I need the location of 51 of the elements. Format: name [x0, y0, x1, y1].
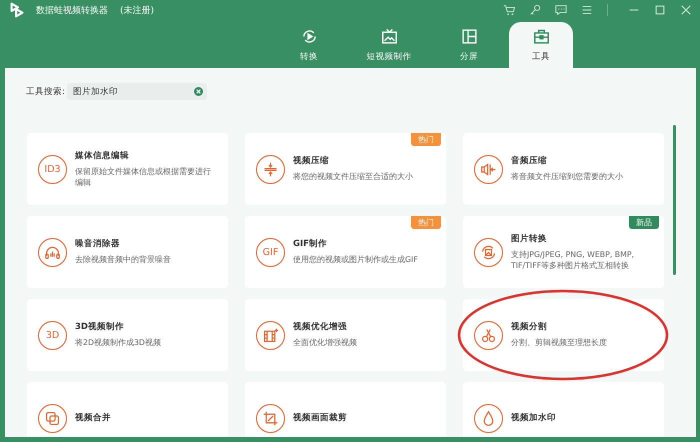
tool-title: 视频压缩 [293, 155, 330, 168]
window-title: 数据蛙视频转换器 [36, 4, 108, 16]
toolbox-icon [532, 28, 550, 44]
tool-title: 视频分割 [511, 321, 548, 334]
maximize-icon[interactable] [654, 4, 666, 16]
compress-icon [256, 154, 285, 184]
key-icon[interactable] [529, 4, 541, 16]
menu-icon[interactable] [581, 4, 593, 16]
image-icon [474, 238, 503, 266]
hot-badge: 热门 [411, 133, 441, 146]
nav-tab[interactable]: 工具 [509, 22, 573, 68]
search-label: 工具搜索: [26, 86, 65, 98]
play-cycle-icon [300, 28, 318, 44]
tool-title: 视频优化增强 [293, 321, 348, 334]
hot-badge: 热门 [411, 216, 441, 229]
merge-icon [38, 404, 67, 432]
tv-icon [380, 28, 398, 44]
close-icon[interactable] [680, 4, 692, 16]
nav-tab[interactable]: 分屏 [437, 22, 501, 68]
chat-icon[interactable] [555, 4, 567, 16]
tool-title: 视频加水印 [511, 412, 556, 424]
tool-title: 媒体信息编辑 [75, 150, 130, 162]
nav-tab[interactable]: 转换 [277, 22, 341, 68]
tool-title: 音频压缩 [511, 155, 548, 168]
tool-title: 视频合并 [75, 412, 111, 424]
audio-icon [474, 154, 503, 184]
logo-icon [8, 1, 26, 19]
scissors-icon [474, 320, 503, 350]
crop-icon [256, 404, 285, 432]
tool-title: GIF制作 [293, 238, 328, 250]
drop-icon [474, 404, 503, 432]
new-badge: 新品 [629, 216, 659, 229]
tool-card[interactable]: 视频合并 [27, 382, 228, 437]
scrollbar[interactable] [673, 125, 676, 275]
tool-card[interactable]: 视频画面裁剪 [245, 382, 446, 437]
layout-icon [460, 28, 478, 44]
label-icon: 3D [38, 320, 67, 350]
tool-title: 噪音消除器 [75, 238, 121, 250]
nav-tab[interactable]: 短视频制作 [349, 22, 429, 68]
cart-icon[interactable] [503, 4, 515, 16]
headphones-icon [38, 238, 67, 266]
clear-icon[interactable] [194, 87, 203, 96]
search-field[interactable]: 图片加水印 [66, 83, 207, 100]
tool-title: 图片转换 [511, 232, 548, 245]
tool-title: 视频画面裁剪 [293, 412, 347, 424]
label-icon: GIF [256, 238, 285, 266]
tool-card[interactable]: 视频加水印 [463, 382, 664, 437]
registration-status: (未注册) [120, 4, 154, 16]
enhance-icon [256, 320, 285, 350]
label-icon: ID3 [38, 154, 67, 184]
tool-title: 3D视频制作 [75, 321, 125, 334]
